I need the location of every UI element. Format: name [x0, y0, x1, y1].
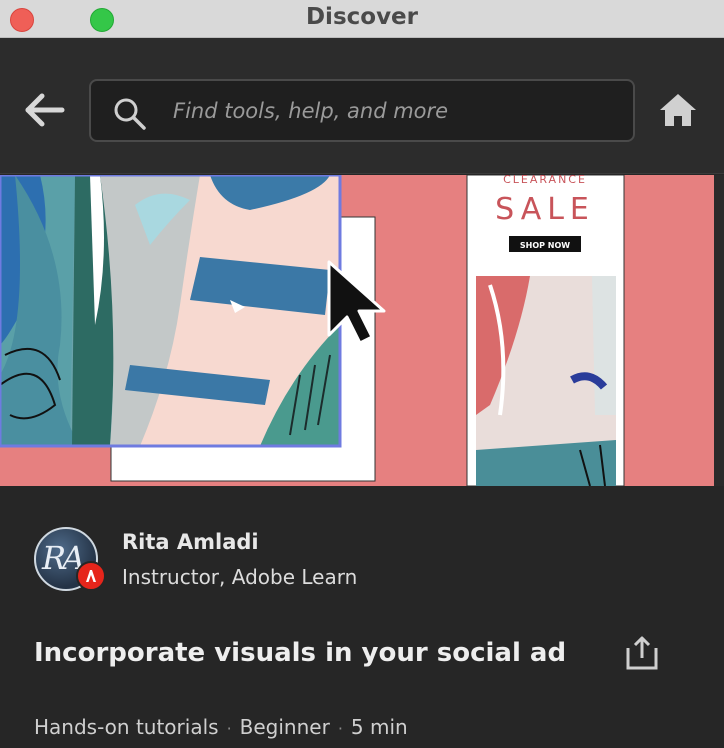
window-title: Discover — [305, 4, 419, 30]
hero-artwork: CLEARANCE SALE SHOP NOW — [0, 175, 625, 486]
course-title: Incorporate visuals in your social ad — [34, 638, 567, 668]
back-button[interactable] — [24, 90, 68, 130]
search-icon — [114, 98, 146, 130]
course-category: Hands-on tutorials — [34, 715, 219, 739]
arrow-left-icon — [25, 93, 65, 127]
course-meta: Hands-on tutorials · Beginner · 5 min — [34, 715, 408, 739]
avatar-monogram: RA — [42, 539, 85, 577]
ad-top-text: CLEARANCE — [503, 175, 587, 186]
course-duration: 5 min — [350, 715, 408, 739]
separator-dot: · — [226, 719, 232, 738]
hero-scrollbar[interactable] — [714, 175, 724, 486]
title-bar: Discover — [0, 0, 724, 38]
share-icon — [626, 636, 658, 670]
header — [0, 38, 724, 174]
story-ad-preview: CLEARANCE SALE SHOP NOW — [466, 175, 625, 486]
course-level: Beginner — [239, 715, 330, 739]
ad-headline: SALE — [495, 192, 595, 227]
author-name: Rita Amladi — [122, 530, 259, 554]
search-box — [89, 79, 635, 142]
separator-dot: · — [337, 719, 343, 738]
share-button[interactable] — [622, 634, 662, 672]
ad-button-text: SHOP NOW — [520, 241, 570, 250]
collage-square — [0, 175, 342, 448]
tutorial-hero-image[interactable]: CLEARANCE SALE SHOP NOW — [0, 175, 714, 486]
author-role: Instructor, Adobe Learn — [122, 565, 358, 589]
home-icon — [660, 94, 696, 126]
adobe-badge-icon — [76, 561, 106, 591]
search-input[interactable] — [173, 91, 613, 131]
home-button[interactable] — [658, 92, 698, 128]
